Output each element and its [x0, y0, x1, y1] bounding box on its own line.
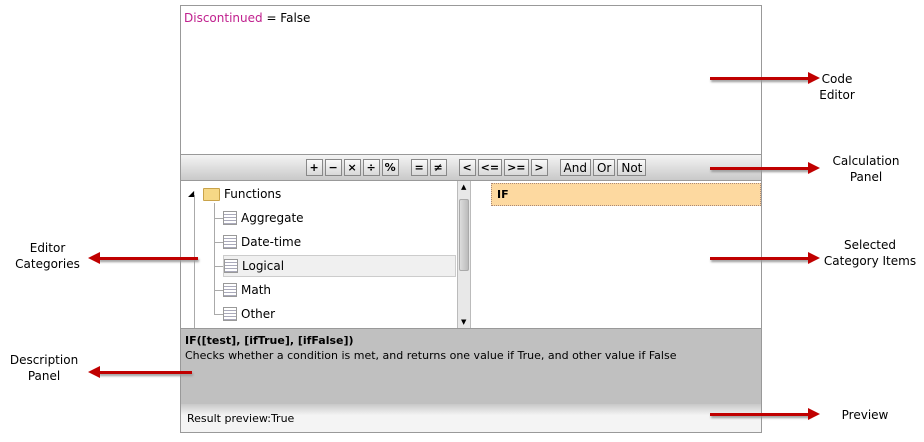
- tree-scrollbar[interactable]: ▲ ▼: [457, 181, 471, 328]
- arrow-icon: [88, 366, 192, 378]
- arrow-icon: [88, 252, 198, 264]
- function-list-icon: [223, 235, 237, 249]
- scroll-down-icon[interactable]: ▼: [461, 318, 466, 326]
- preview-label: Result preview:: [187, 412, 271, 425]
- function-description: Checks whether a condition is met, and r…: [185, 349, 677, 362]
- field-token: Discontinued: [184, 11, 263, 25]
- and-button[interactable]: And: [559, 159, 591, 176]
- annotation-selected-items: Selected Category Items: [823, 238, 917, 268]
- tree-item-logical[interactable]: Logical: [223, 255, 456, 277]
- less-equal-button[interactable]: <=: [477, 159, 503, 176]
- annotation-editor-categories: Editor Categories: [15, 241, 80, 271]
- tree-item-aggregate[interactable]: Aggregate: [223, 207, 304, 229]
- function-list-icon: [223, 307, 237, 321]
- tree-item-label: Date-time: [241, 235, 302, 249]
- or-button[interactable]: Or: [592, 159, 616, 176]
- equals-button[interactable]: =: [410, 159, 428, 176]
- editor-categories-tree: ◢ Functions Aggregate Date-time Logical …: [181, 181, 457, 328]
- description-panel: IF([test], [ifTrue], [ifFalse]) Checks w…: [181, 328, 761, 404]
- minus-button[interactable]: −: [324, 159, 342, 176]
- less-than-button[interactable]: <: [458, 159, 476, 176]
- annotation-calculation-panel: Calculation Panel: [832, 154, 900, 184]
- modulo-button[interactable]: %: [381, 159, 399, 176]
- arrow-icon: [710, 252, 820, 264]
- plus-button[interactable]: +: [305, 159, 323, 176]
- function-list-icon: [224, 259, 238, 273]
- divide-button[interactable]: ÷: [362, 159, 380, 176]
- tree-item-other[interactable]: Other: [223, 303, 275, 325]
- not-equals-button[interactable]: ≠: [429, 159, 447, 176]
- function-signature: IF([test], [ifTrue], [ifFalse]): [185, 334, 354, 347]
- code-editor[interactable]: Discontinued = False: [181, 6, 761, 154]
- tree-item-label: Logical: [242, 259, 285, 273]
- code-rest: = False: [262, 11, 311, 25]
- calculation-panel: + − × ÷ % = ≠ < <= >= > And Or Not: [181, 154, 761, 181]
- arrow-icon: [710, 408, 820, 420]
- not-button[interactable]: Not: [617, 159, 647, 176]
- arrow-icon: [710, 72, 820, 84]
- tree-node-label: Functions: [224, 187, 282, 201]
- tree-item-date-time[interactable]: Date-time: [223, 231, 301, 253]
- greater-equal-button[interactable]: >=: [504, 159, 529, 176]
- tree-item-label: Math: [241, 283, 272, 297]
- function-list-icon: [223, 283, 237, 297]
- preview-bar: Result preview:True: [181, 404, 761, 432]
- greater-than-button[interactable]: >: [530, 159, 548, 176]
- tree-item-math[interactable]: Math: [223, 279, 271, 301]
- annotation-description-panel: Description Panel: [9, 353, 79, 383]
- collapse-triangle-icon[interactable]: ◢: [188, 189, 194, 198]
- multiply-button[interactable]: ×: [343, 159, 361, 176]
- expression-editor: Discontinued = False + − × ÷ % = ≠ < <= …: [180, 5, 762, 433]
- annotation-code-editor: Code Editor: [819, 72, 855, 102]
- folder-icon: [203, 187, 220, 201]
- function-list-icon: [223, 211, 237, 225]
- tree-item-label: Other: [241, 307, 276, 321]
- scroll-up-icon[interactable]: ▲: [461, 183, 466, 191]
- annotation-preview: Preview: [841, 408, 889, 422]
- arrow-icon: [710, 162, 820, 174]
- tree-node-functions[interactable]: Functions: [203, 183, 281, 205]
- item-if[interactable]: IF: [491, 183, 761, 206]
- tree-item-label: Aggregate: [241, 211, 304, 225]
- scrollbar-thumb[interactable]: [459, 199, 469, 271]
- selected-category-items: IF: [471, 181, 761, 328]
- preview-value: True: [270, 412, 295, 425]
